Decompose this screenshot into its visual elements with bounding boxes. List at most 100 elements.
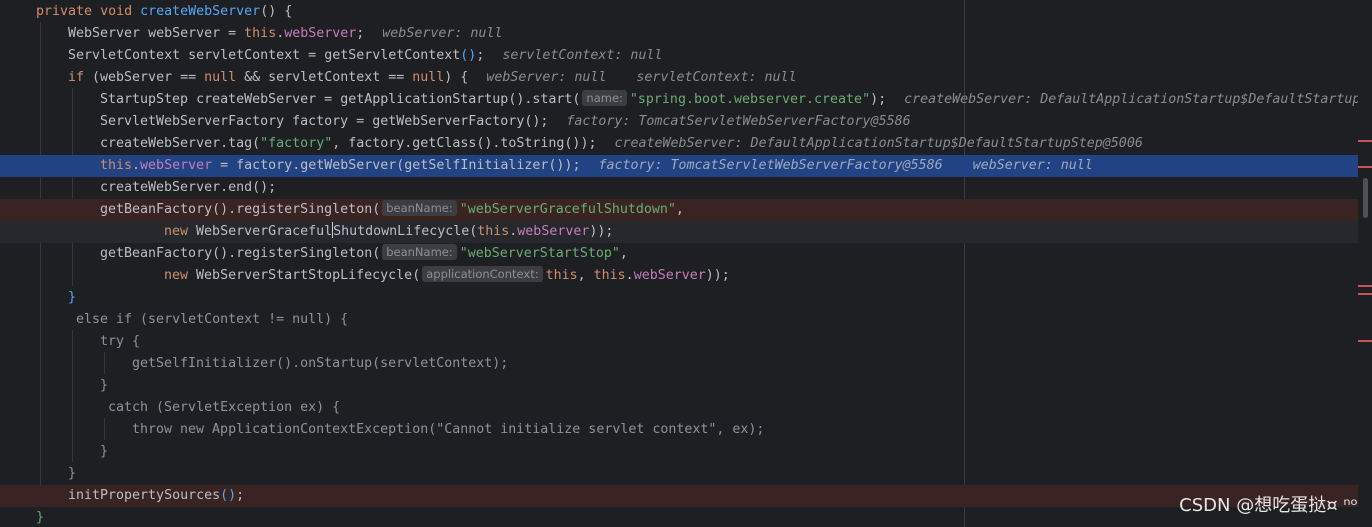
code-line[interactable]: createWebServer.tag("factory", factory.g… bbox=[0, 133, 1358, 155]
error-stripe-mark[interactable] bbox=[1358, 285, 1372, 287]
code-text: ) bbox=[870, 92, 879, 107]
keyword: null bbox=[412, 70, 445, 85]
code-text: ) bbox=[713, 268, 722, 283]
variable: createWebServer bbox=[100, 180, 221, 195]
code-text: try { bbox=[100, 334, 141, 349]
code-text: getSelfInitializer().onStartup(servletCo… bbox=[132, 356, 509, 371]
code-text: = bbox=[300, 48, 325, 63]
code-text: ; bbox=[236, 488, 245, 503]
code-text: ( bbox=[252, 136, 261, 151]
code-line[interactable]: ServletContext servletContext = getServl… bbox=[0, 45, 1358, 67]
code-text: , bbox=[332, 136, 349, 151]
variable: factory bbox=[348, 136, 405, 151]
code-line[interactable]: new WebServerStartStopLifecycle(applicat… bbox=[0, 265, 1358, 287]
code-line[interactable]: throw new ApplicationContextException("C… bbox=[0, 419, 1358, 441]
code-text: () bbox=[212, 246, 229, 261]
string-literal: "webServerGracefulShutdown" bbox=[459, 202, 676, 217]
code-text: (webServer == bbox=[84, 70, 205, 85]
inline-debug-value: webServer: null bbox=[486, 70, 607, 85]
inline-debug-value: createWebServer: DefaultApplicationStart… bbox=[614, 136, 1143, 151]
inline-debug-value: factory: TomcatServletWebServerFactory@5… bbox=[566, 114, 911, 129]
keyword: this bbox=[545, 268, 578, 283]
code-line[interactable]: } bbox=[0, 507, 1358, 527]
code-text: ; bbox=[476, 48, 485, 63]
parameter-hint: beanName: bbox=[382, 244, 457, 260]
method-call: getWebServer bbox=[300, 158, 397, 173]
keyword: this bbox=[244, 26, 277, 41]
error-stripe-mark[interactable] bbox=[1358, 166, 1372, 168]
code-text: () bbox=[548, 158, 565, 173]
string-literal: "spring.boot.webserver.create" bbox=[629, 92, 871, 107]
code-text: . bbox=[625, 268, 634, 283]
type-name: ServletContext bbox=[68, 48, 181, 63]
field: webServer bbox=[284, 26, 357, 41]
code-text: . bbox=[228, 202, 237, 217]
method-call: getBeanFactory bbox=[100, 246, 213, 261]
keyword: null bbox=[204, 70, 237, 85]
vertical-scrollbar[interactable] bbox=[1358, 0, 1372, 527]
code-text: ) { bbox=[444, 70, 469, 85]
code-line[interactable]: StartupStep createWebServer = getApplica… bbox=[0, 89, 1358, 111]
code-text: () bbox=[252, 180, 269, 195]
code-text: , bbox=[675, 202, 692, 217]
error-stripe-mark[interactable] bbox=[1358, 293, 1372, 295]
code-line[interactable]: ServletWebServerFactory factory = getWeb… bbox=[0, 111, 1358, 133]
method-call: getApplicationStartup bbox=[340, 92, 509, 107]
code-text: , bbox=[577, 268, 594, 283]
code-text: () bbox=[460, 48, 477, 63]
method-call: registerSingleton bbox=[236, 202, 373, 217]
caret-line[interactable]: new WebServerGracefulShutdownLifecycle(t… bbox=[0, 221, 1358, 243]
code-text: ; bbox=[588, 136, 597, 151]
method-call: getBeanFactory bbox=[100, 202, 213, 217]
method-call: registerSingleton bbox=[236, 246, 373, 261]
method-call: getWebServerFactory bbox=[372, 114, 525, 129]
inline-debug-value: webServer: null bbox=[972, 158, 1093, 173]
field: webServer bbox=[517, 224, 590, 239]
code-line[interactable]: else if (servletContext != null) { bbox=[0, 309, 1358, 331]
type-name: ServletWebServerFactory bbox=[100, 114, 285, 129]
scrollbar-thumb[interactable] bbox=[1363, 178, 1368, 218]
code-text: ) bbox=[705, 268, 714, 283]
error-stripe-mark[interactable] bbox=[1358, 140, 1372, 142]
code-text: () bbox=[220, 488, 237, 503]
keyword: this bbox=[477, 224, 510, 239]
code-line[interactable]: try { bbox=[0, 331, 1358, 353]
code-line[interactable]: if (webServer == null && servletContext … bbox=[0, 67, 1358, 89]
string-literal: "webServerStartStop" bbox=[459, 246, 620, 261]
code-text: throw new ApplicationContextException("C… bbox=[132, 422, 765, 437]
code-text: ; bbox=[605, 224, 614, 239]
code-line[interactable]: WebServer webServer = this.webServer; web… bbox=[0, 23, 1358, 45]
code-line[interactable]: getBeanFactory().registerSingleton(beanN… bbox=[0, 243, 1358, 265]
inline-debug-value: webServer: null bbox=[382, 26, 503, 41]
keyword: this bbox=[100, 158, 133, 173]
keyword: this bbox=[593, 268, 626, 283]
field: webServer bbox=[140, 158, 213, 173]
code-editor[interactable]: private void createWebServer() { WebServ… bbox=[0, 0, 1358, 527]
current-execution-line[interactable]: this.webServer = factory.getWebServer(ge… bbox=[0, 155, 1358, 177]
method-call: initPropertySources bbox=[68, 488, 221, 503]
code-line[interactable]: } bbox=[0, 463, 1358, 485]
method-call: getSelfInitializer bbox=[404, 158, 549, 173]
code-line[interactable]: } bbox=[0, 287, 1358, 309]
code-text: else if (servletContext != null) { bbox=[68, 312, 349, 327]
inline-debug-value: factory: TomcatServletWebServerFactory@5… bbox=[598, 158, 943, 173]
code-text: ; bbox=[356, 26, 365, 41]
code-line[interactable]: getSelfInitializer().onStartup(servletCo… bbox=[0, 353, 1358, 375]
parameter-hint: beanName: bbox=[382, 200, 457, 216]
code-line[interactable]: catch (ServletException ex) { bbox=[0, 397, 1358, 419]
parameter-hint: name: bbox=[582, 90, 627, 106]
code-text: . bbox=[220, 136, 229, 151]
breakpoint-line[interactable]: getBeanFactory().registerSingleton(beanN… bbox=[0, 199, 1358, 221]
code-text: = bbox=[348, 114, 373, 129]
code-line[interactable]: private void createWebServer() { bbox=[0, 1, 1358, 23]
code-line[interactable]: } bbox=[0, 441, 1358, 463]
keyword: new bbox=[164, 268, 189, 283]
breakpoint-line[interactable]: initPropertySources(); bbox=[0, 485, 1358, 507]
code-line[interactable]: } bbox=[0, 375, 1358, 397]
error-stripe-mark[interactable] bbox=[1358, 340, 1372, 342]
variable: createWebServer bbox=[196, 92, 317, 107]
code-text: ( bbox=[412, 268, 421, 283]
code-line[interactable]: createWebServer.end(); bbox=[0, 177, 1358, 199]
code-text: . bbox=[132, 158, 141, 173]
keyword: private bbox=[36, 4, 93, 19]
